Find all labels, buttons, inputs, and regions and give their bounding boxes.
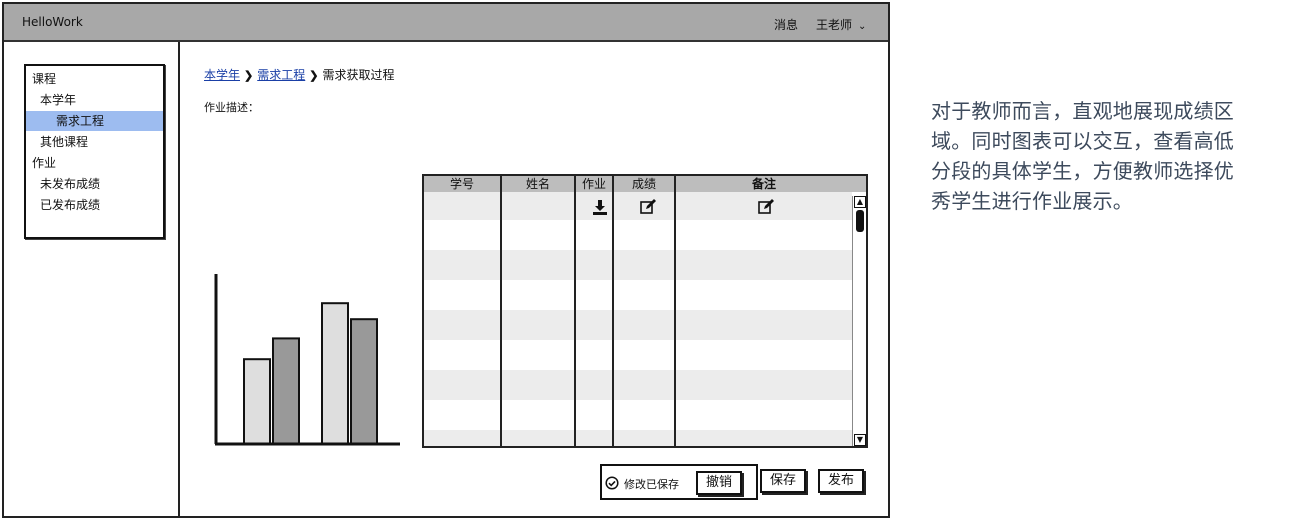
annotation-text: 对于教师而言，直观地展现成绩区 域。同时图表可以交互，查看高低 分段的具体学生，… bbox=[931, 96, 1299, 216]
table-row[interactable] bbox=[424, 430, 852, 446]
sidebar-item-requirements-engineering[interactable]: 需求工程 bbox=[26, 111, 163, 131]
breadcrumb-link-course[interactable]: 需求工程 bbox=[257, 68, 305, 82]
chevron-right-icon: ❯ bbox=[309, 69, 319, 82]
chart-bar[interactable] bbox=[321, 302, 349, 446]
annotation-line: 分段的具体学生，方便教师选择优 bbox=[931, 159, 1234, 183]
sidebar-item-published-grades[interactable]: 已发布成绩 bbox=[40, 195, 162, 215]
save-button[interactable]: 保存 bbox=[760, 469, 806, 493]
scroll-up-arrow-icon[interactable]: ▲ bbox=[854, 196, 866, 208]
app-window: HelloWork 消息 王老师 ⌄ 课程 本学年 需求工程 其他课程 作业 未发… bbox=[2, 2, 890, 518]
breadcrumb: 本学年 ❯ 需求工程 ❯ 需求获取过程 bbox=[204, 66, 394, 83]
undo-button[interactable]: 撤销 bbox=[696, 471, 742, 495]
download-icon[interactable] bbox=[591, 198, 609, 216]
table-row[interactable] bbox=[424, 400, 852, 430]
nav-tree: 课程 本学年 需求工程 其他课程 作业 未发布成绩 已发布成绩 bbox=[24, 64, 165, 239]
app-title: HelloWork bbox=[22, 15, 83, 29]
messages-link[interactable]: 消息 bbox=[774, 16, 798, 33]
chart-bar[interactable] bbox=[272, 337, 300, 445]
annotation-line: 域。同时图表可以交互，查看高低 bbox=[931, 129, 1234, 153]
table-row[interactable] bbox=[424, 310, 852, 340]
table-row[interactable] bbox=[424, 340, 852, 370]
sidebar-item-unpublished-grades[interactable]: 未发布成绩 bbox=[40, 174, 162, 194]
column-header-student-id[interactable]: 学号 bbox=[424, 176, 500, 192]
user-menu[interactable]: 王老师 ⌄ bbox=[816, 16, 866, 33]
scroll-down-arrow-icon[interactable]: ▼ bbox=[854, 434, 866, 446]
breadcrumb-link-this-year[interactable]: 本学年 bbox=[204, 68, 240, 82]
save-status-text: 修改已保存 bbox=[624, 478, 679, 491]
sidebar-item-homework[interactable]: 作业 bbox=[32, 153, 162, 173]
sidebar: 课程 本学年 需求工程 其他课程 作业 未发布成绩 已发布成绩 bbox=[4, 42, 180, 516]
sidebar-item-courses[interactable]: 课程 bbox=[32, 69, 162, 89]
column-divider bbox=[574, 176, 576, 446]
publish-button[interactable]: 发布 bbox=[818, 469, 864, 493]
edit-icon[interactable] bbox=[757, 198, 775, 216]
user-name: 王老师 bbox=[816, 18, 853, 32]
column-header-grade[interactable]: 成绩 bbox=[614, 176, 674, 192]
assignment-description-label: 作业描述： bbox=[204, 101, 259, 114]
chart-bar[interactable] bbox=[243, 358, 271, 445]
table-row[interactable] bbox=[424, 192, 852, 220]
breadcrumb-current: 需求获取过程 bbox=[322, 68, 395, 82]
student-grade-table: 学号 姓名 作业 成绩 备注 ▲ ▼ bbox=[422, 174, 868, 448]
edit-icon[interactable] bbox=[639, 198, 657, 216]
table-row[interactable] bbox=[424, 280, 852, 310]
column-header-homework[interactable]: 作业 bbox=[576, 176, 612, 192]
sidebar-item-other-courses[interactable]: 其他课程 bbox=[40, 132, 162, 152]
check-circle-icon bbox=[605, 476, 619, 490]
scrollbar-thumb[interactable] bbox=[856, 210, 864, 232]
table-row[interactable] bbox=[424, 220, 852, 250]
top-bar: HelloWork 消息 王老师 ⌄ bbox=[4, 4, 888, 42]
table-scrollbar[interactable]: ▲ ▼ bbox=[852, 196, 866, 446]
sidebar-item-this-year[interactable]: 本学年 bbox=[40, 90, 162, 110]
chart-bar[interactable] bbox=[350, 318, 378, 446]
column-divider bbox=[674, 176, 676, 446]
column-header-name[interactable]: 姓名 bbox=[502, 176, 574, 192]
chevron-down-icon: ⌄ bbox=[858, 21, 867, 32]
chevron-right-icon: ❯ bbox=[244, 69, 254, 82]
table-header: 学号 姓名 作业 成绩 备注 bbox=[424, 176, 866, 192]
grade-bar-chart[interactable] bbox=[210, 272, 402, 450]
table-row[interactable] bbox=[424, 250, 852, 280]
column-divider bbox=[500, 176, 502, 446]
table-row[interactable] bbox=[424, 370, 852, 400]
annotation-line: 秀学生进行作业展示。 bbox=[931, 189, 1133, 213]
column-header-remark[interactable]: 备注 bbox=[676, 176, 852, 192]
column-divider bbox=[612, 176, 614, 446]
annotation-line: 对于教师而言，直观地展现成绩区 bbox=[931, 99, 1234, 123]
save-status-panel: 修改已保存 撤销 bbox=[600, 464, 758, 500]
